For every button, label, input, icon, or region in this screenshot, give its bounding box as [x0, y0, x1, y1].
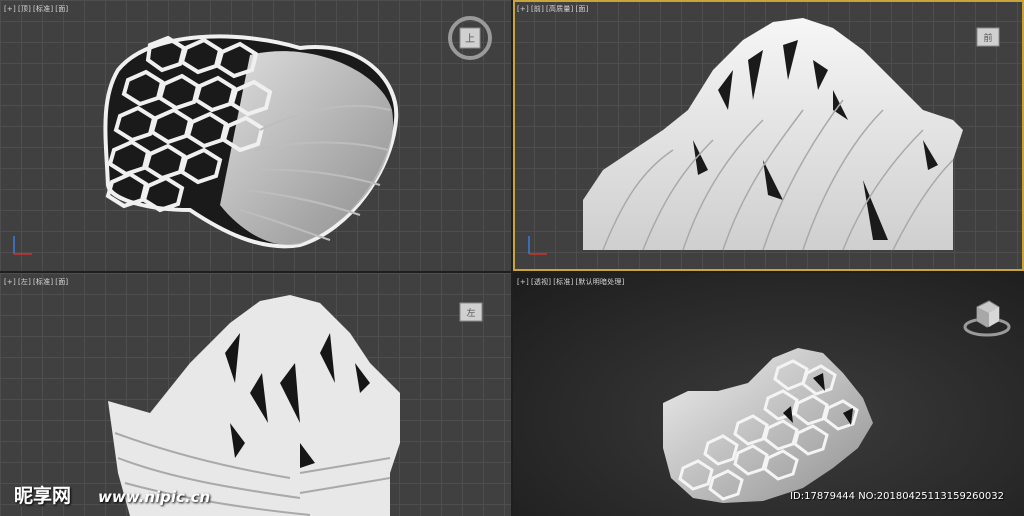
viewport-left-label[interactable]: [+] [左] [标准] [面] — [4, 277, 70, 287]
axis-gizmo — [528, 236, 547, 255]
quality-menu[interactable]: [高质量] — [546, 5, 573, 13]
model-perspective-view — [663, 348, 873, 503]
view-name[interactable]: [左] — [18, 278, 31, 286]
viewport-top[interactable]: [+] [顶] [标准] [面] 上 — [0, 0, 511, 271]
plus-menu[interactable]: [+] — [517, 278, 529, 286]
shading-menu[interactable]: [面] — [55, 5, 68, 13]
viewport-perspective-label[interactable]: [+] [透视] [标准] [默认明暗处理] — [517, 277, 627, 287]
shading-menu[interactable]: [默认明暗处理] — [575, 278, 624, 286]
viewcube-front[interactable]: 前 — [973, 24, 1005, 52]
quality-menu[interactable]: [标准] — [553, 278, 573, 286]
quality-menu[interactable]: [标准] — [33, 5, 53, 13]
viewport-perspective[interactable]: [+] [透视] [标准] [默认明暗处理] ID:17879444 NO:20180… — [513, 273, 1024, 516]
viewport-top-label[interactable]: [+] [顶] [标准] [面] — [4, 4, 70, 14]
plus-menu[interactable]: [+] — [517, 5, 529, 13]
svg-text:上: 上 — [465, 33, 475, 45]
view-name[interactable]: [前] — [531, 5, 544, 13]
plus-menu[interactable]: [+] — [4, 278, 16, 286]
view-name[interactable]: [顶] — [18, 5, 31, 13]
view-name[interactable]: [透视] — [531, 278, 551, 286]
svg-text:左: 左 — [466, 307, 475, 319]
svg-text:前: 前 — [983, 32, 992, 44]
model-top-view — [103, 34, 399, 249]
model-left-view — [108, 295, 400, 516]
watermark-logo: 昵享网 — [14, 485, 72, 507]
viewcube-perspective[interactable] — [961, 297, 1013, 339]
quality-menu[interactable]: [标准] — [33, 278, 53, 286]
watermark-url: www.nipic.cn — [98, 488, 211, 506]
viewport-front[interactable]: [+] [前] [高质量] [面] 前 — [513, 0, 1024, 271]
watermark-id: ID:17879444 NO:20180425113159260032 — [790, 491, 1004, 502]
axis-gizmo — [13, 236, 32, 255]
shading-menu[interactable]: [面] — [55, 278, 68, 286]
shading-menu[interactable]: [面] — [575, 5, 588, 13]
model-front-view — [583, 18, 963, 251]
viewport-left[interactable]: [+] [左] [标准] [面] 左 昵享网 www.nipic.cn — [0, 273, 511, 516]
viewcube-top[interactable]: 上 — [446, 14, 494, 62]
plus-menu[interactable]: [+] — [4, 5, 16, 13]
viewport-front-label[interactable]: [+] [前] [高质量] [面] — [517, 4, 591, 14]
viewcube-left[interactable]: 左 — [456, 299, 488, 329]
